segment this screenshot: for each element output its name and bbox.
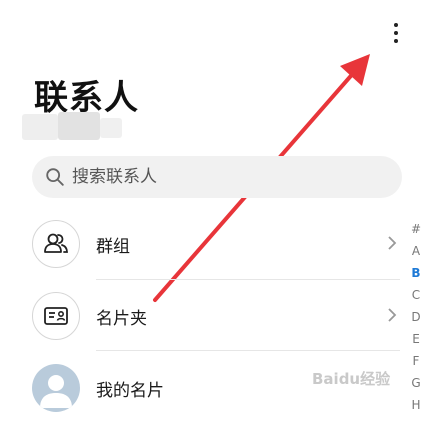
- chevron-right-icon: [388, 236, 397, 250]
- user-avatar: [32, 364, 80, 412]
- business-card-icon: [44, 307, 68, 325]
- more-vertical-icon-dot: [394, 39, 398, 43]
- group-icon: [44, 233, 68, 253]
- list-item-business-cards[interactable]: 名片夹: [0, 286, 400, 350]
- index-letter[interactable]: #: [406, 218, 426, 240]
- search-input[interactable]: [72, 167, 352, 187]
- chevron-right-icon: [388, 308, 397, 322]
- list-item-label: 名片夹: [96, 309, 147, 329]
- search-bar[interactable]: [32, 156, 402, 198]
- more-vertical-icon-dot: [394, 31, 398, 35]
- index-letter[interactable]: F: [406, 350, 426, 372]
- list-item-groups[interactable]: 群组: [0, 214, 400, 278]
- search-icon: [46, 168, 64, 186]
- index-letter[interactable]: A: [406, 240, 426, 262]
- blurred-account-info: [22, 114, 58, 140]
- index-letter[interactable]: H: [406, 394, 426, 416]
- more-options-button[interactable]: [382, 16, 410, 50]
- annotation-arrow-icon: [153, 54, 370, 302]
- divider: [96, 350, 400, 351]
- group-avatar: [32, 220, 80, 268]
- business-card-avatar: [32, 292, 80, 340]
- divider: [96, 279, 400, 280]
- list-item-label: 群组: [96, 237, 130, 257]
- blurred-account-info: [100, 118, 122, 138]
- index-letter[interactable]: E: [406, 328, 426, 350]
- default-user-icon: [40, 375, 72, 408]
- index-letter[interactable]: C: [406, 284, 426, 306]
- blurred-account-info: [58, 112, 100, 140]
- index-letter[interactable]: D: [406, 306, 426, 328]
- list-item-label: 我的名片: [96, 381, 164, 401]
- alphabet-index[interactable]: # A B C D E F G H: [406, 218, 426, 416]
- index-letter-active[interactable]: B: [406, 262, 426, 284]
- more-vertical-icon: [394, 23, 398, 27]
- watermark: Baidu经验: [312, 370, 391, 388]
- index-letter[interactable]: G: [406, 372, 426, 394]
